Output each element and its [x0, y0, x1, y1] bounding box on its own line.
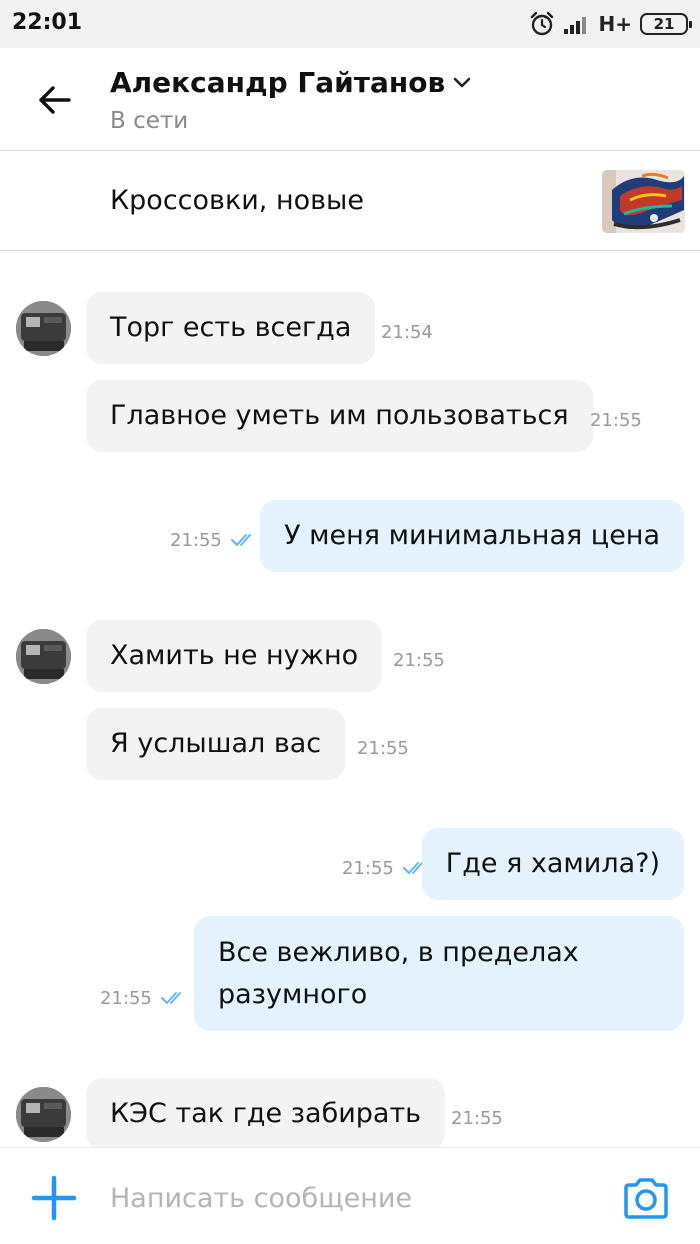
listing-thumbnail[interactable] [602, 170, 685, 233]
message-text: КЭС так где забирать [110, 1098, 422, 1129]
camera-icon [624, 1178, 668, 1219]
message-bubble-incoming[interactable]: Хамить не нужно [86, 620, 383, 692]
message-bubble-outgoing[interactable]: У меня минимальная цена [260, 500, 684, 572]
attach-button[interactable] [30, 1174, 78, 1222]
message-bubble-outgoing[interactable]: Все вежливо, в пределах разумного [194, 916, 684, 1031]
chat-header: Александр Гайтанов В сети [0, 48, 700, 151]
message-bubble-incoming[interactable]: Главное уметь им пользоваться [86, 380, 593, 452]
message-time: 21:55 [451, 1108, 503, 1129]
message-time: 21:55 [342, 858, 394, 879]
camera-button[interactable] [622, 1176, 670, 1220]
message-text: Хамить не нужно [110, 640, 359, 671]
message-time: 21:55 [170, 530, 222, 551]
back-button[interactable] [24, 70, 84, 130]
message-bubble-incoming[interactable]: Торг есть всегда [86, 292, 376, 364]
message-text: Я услышал вас [110, 728, 322, 759]
status-icons: H+ 21 [529, 10, 692, 38]
message-bubble-incoming[interactable]: КЭС так где забирать [86, 1078, 446, 1147]
message-list[interactable]: Торг есть всегда 21:54 Главное уметь им … [0, 252, 700, 1147]
network-type-label: H+ [598, 12, 633, 36]
message-time: 21:55 [100, 988, 152, 1009]
avatar[interactable] [16, 301, 71, 356]
message-text: Торг есть всегда [110, 312, 352, 343]
message-time: 21:55 [357, 738, 409, 759]
listing-bar[interactable]: Кроссовки, новые [0, 152, 700, 251]
plus-icon [31, 1175, 77, 1221]
message-time: 21:55 [393, 650, 445, 671]
chevron-down-icon [453, 77, 471, 87]
avatar[interactable] [16, 629, 71, 684]
message-text: Все вежливо, в пределах разумного [218, 937, 579, 1010]
contact-avatar-photo [16, 301, 71, 356]
signal-icon [563, 17, 586, 34]
message-input[interactable] [110, 1174, 590, 1222]
listing-title: Кроссовки, новые [110, 185, 364, 216]
status-bar: 22:01 H+ 21 [0, 0, 700, 48]
contact-name-button[interactable]: Александр Гайтанов [110, 66, 471, 99]
contact-avatar-photo [16, 629, 71, 684]
double-check-icon [161, 992, 181, 1004]
message-text: Где я хамила?) [445, 848, 660, 879]
message-text: У меня минимальная цена [284, 520, 660, 551]
alarm-icon [530, 11, 553, 36]
double-check-icon [231, 534, 251, 546]
message-time: 21:55 [590, 410, 642, 431]
sneakers-photo [602, 170, 685, 233]
contact-status: В сети [110, 108, 189, 134]
contact-name: Александр Гайтанов [110, 66, 446, 99]
composer-bar [0, 1147, 700, 1244]
back-arrow-icon [39, 86, 71, 114]
message-time: 21:54 [381, 322, 433, 343]
status-time: 22:01 [12, 10, 83, 35]
battery-icon: 21 [640, 13, 692, 35]
contact-avatar-photo [16, 1087, 71, 1142]
avatar[interactable] [16, 1087, 71, 1142]
message-bubble-incoming[interactable]: Я услышал вас [86, 708, 346, 780]
message-text: Главное уметь им пользоваться [110, 400, 569, 431]
battery-level-label: 21 [653, 15, 675, 33]
message-bubble-outgoing[interactable]: Где я хамила?) [421, 828, 684, 900]
